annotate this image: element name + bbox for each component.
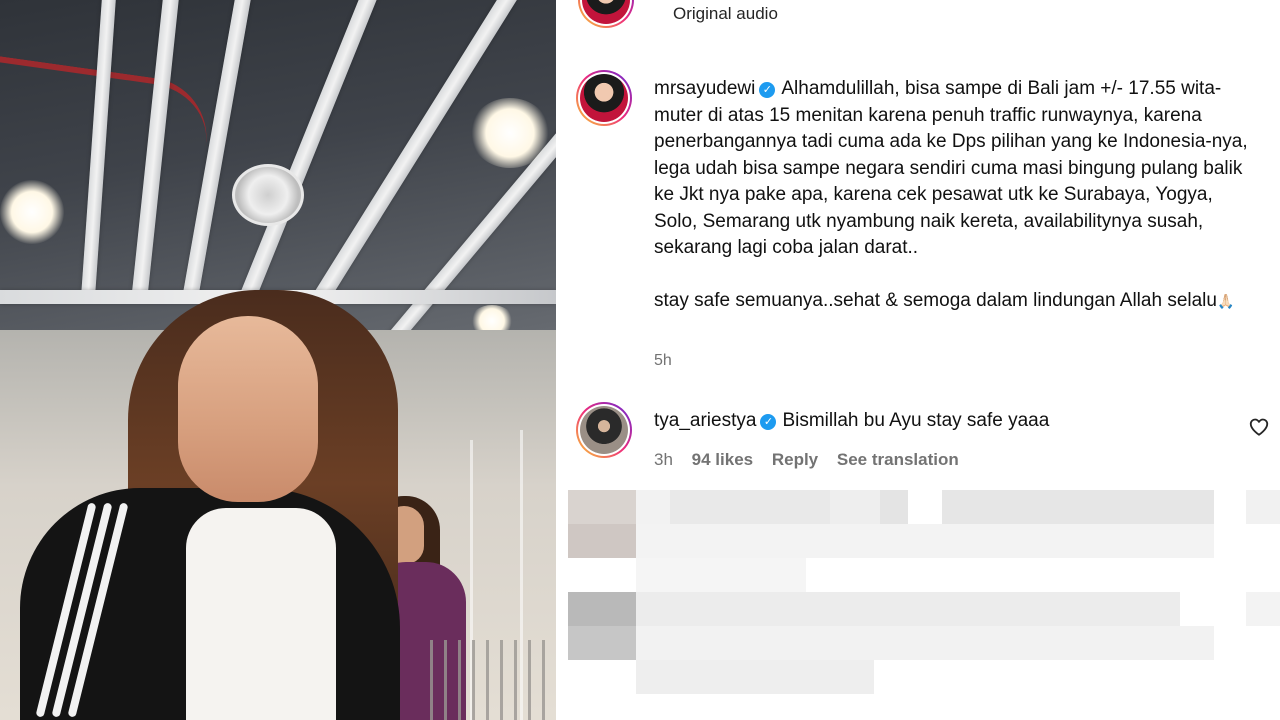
commenter-avatar[interactable] xyxy=(576,402,632,458)
praying-hands-emoji-icon: 🙏🏻 xyxy=(1216,292,1235,309)
author-avatar-top[interactable] xyxy=(578,0,634,28)
railing xyxy=(430,640,556,720)
post-header: Original audio ••• xyxy=(578,0,1278,30)
ceiling-speaker xyxy=(232,164,304,226)
comment-body: Bismillah bu Ayu stay safe yaaa xyxy=(782,410,1050,431)
ceiling-light xyxy=(470,98,550,168)
commenter-avatar-image xyxy=(580,406,628,454)
commenter-username[interactable]: tya_ariestya xyxy=(654,410,756,431)
censored-block xyxy=(1246,490,1280,524)
main-person-face xyxy=(178,316,318,502)
comment-likes[interactable]: 94 likes xyxy=(692,450,753,469)
censored-block xyxy=(880,490,908,524)
see-translation-button[interactable]: See translation xyxy=(837,450,959,469)
verified-badge-icon: ✓ xyxy=(760,414,777,430)
original-audio-link[interactable]: Original audio xyxy=(673,4,778,24)
censored-block xyxy=(636,558,806,592)
comment-meta: 3h 94 likes Reply See translation xyxy=(654,450,973,470)
post-timestamp[interactable]: 5h xyxy=(654,352,672,370)
censored-avatar xyxy=(568,592,636,626)
author-avatar-image xyxy=(582,0,630,24)
censored-avatar xyxy=(568,490,636,524)
reply-button[interactable]: Reply xyxy=(772,450,818,469)
censored-block xyxy=(1246,592,1280,626)
comment-text: tya_ariestya ✓ Bismillah bu Ayu stay safe … xyxy=(654,410,1049,432)
verified-badge-icon: ✓ xyxy=(759,82,776,98)
censored-avatar xyxy=(568,524,636,558)
censored-block xyxy=(636,524,1214,558)
author-avatar-image xyxy=(580,74,628,122)
post-details-panel: Original audio ••• mrsayudewi✓Alhamdulil… xyxy=(556,0,1280,720)
censored-avatar xyxy=(568,626,636,660)
caption-second-paragraph: stay safe semuanya..sehat & semoga dalam… xyxy=(654,288,1254,315)
caption-body: Alhamdulillah, bisa sampe di Bali jam +/… xyxy=(654,78,1253,258)
comment-timestamp[interactable]: 3h xyxy=(654,450,673,469)
caption-second-text: stay safe semuanya..sehat & semoga dalam… xyxy=(654,289,1217,311)
censored-block xyxy=(636,592,1180,626)
caption-text: mrsayudewi ✓ Alhamdulillah, bisa sampe di … xyxy=(654,76,1254,314)
censored-block xyxy=(636,660,874,694)
censored-block xyxy=(670,490,830,524)
main-person-shirt xyxy=(186,508,336,720)
censored-block xyxy=(942,490,1214,524)
censored-block xyxy=(636,490,670,524)
heart-outline-icon[interactable] xyxy=(1248,416,1270,438)
comment-item: tya_ariestya ✓ Bismillah bu Ayu stay safe … xyxy=(576,402,1276,482)
author-username[interactable]: mrsayudewi xyxy=(654,78,755,99)
censored-block xyxy=(830,490,880,524)
author-avatar[interactable] xyxy=(576,70,632,126)
ceiling-light xyxy=(0,180,64,244)
post-media-photo[interactable] xyxy=(0,0,556,720)
censored-block xyxy=(636,626,1214,660)
